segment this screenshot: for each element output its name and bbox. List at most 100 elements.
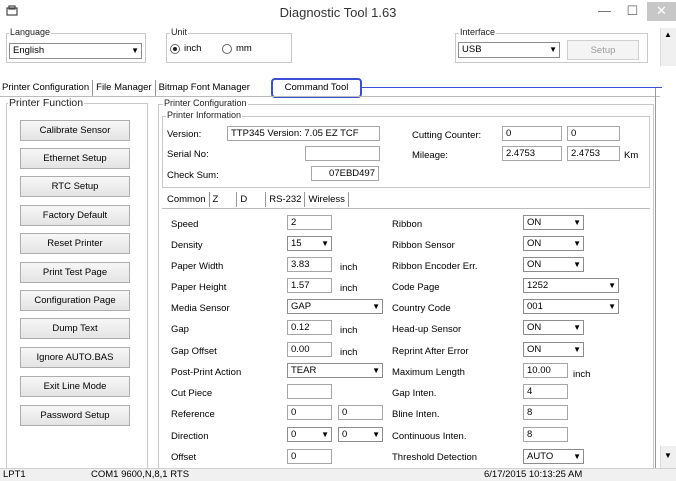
threshold-detection-select[interactable]: AUTO ▼	[523, 449, 584, 464]
maximize-button[interactable]: ☐	[619, 2, 646, 21]
paper-height-unit: inch	[340, 283, 358, 294]
post-print-action-value: TEAR	[291, 365, 317, 376]
headup-sensor-select[interactable]: ON ▼	[523, 320, 584, 335]
code-page-label: Code Page	[392, 282, 440, 293]
country-code-select[interactable]: 001 ▼	[523, 299, 619, 314]
ribbon-sensor-select[interactable]: ON ▼	[523, 236, 584, 251]
direction-select-2[interactable]: 0 ▼	[338, 427, 383, 442]
chevron-down-icon: ▼	[372, 366, 380, 375]
tab-file-manager[interactable]: File Manager	[93, 80, 156, 96]
reprint-value: ON	[527, 344, 542, 355]
mileage-field-1[interactable]: 2.4753	[502, 146, 562, 161]
reference-y-field[interactable]: 0	[338, 405, 383, 420]
continuous-inten-field[interactable]: 8	[523, 427, 568, 442]
cutting-counter-label: Cutting Counter:	[412, 130, 482, 141]
speed-label: Speed	[171, 219, 199, 230]
setup-button[interactable]: Setup	[567, 40, 639, 60]
headup-sensor-label: Head-up Sensor	[392, 324, 462, 335]
gap-inten-field[interactable]: 4	[523, 384, 568, 399]
subtab-rs232[interactable]: RS-232	[266, 192, 306, 207]
gap-offset-label: Gap Offset	[171, 346, 217, 357]
serial-field[interactable]	[305, 146, 380, 161]
factory-default-button[interactable]: Factory Default	[20, 205, 130, 226]
ribbon-encoder-select[interactable]: ON ▼	[523, 257, 584, 272]
version-label: Version:	[167, 129, 202, 140]
country-code-value: 001	[527, 301, 543, 312]
language-select[interactable]: English ▼	[9, 43, 142, 59]
offset-label: Offset	[171, 452, 197, 463]
ribbon-select[interactable]: ON ▼	[523, 215, 584, 230]
tab-bitmap-font-manager[interactable]: Bitmap Font Manager	[156, 80, 253, 96]
minimize-button[interactable]: —	[591, 2, 618, 21]
configuration-page-button[interactable]: Configuration Page	[20, 290, 130, 311]
rtc-setup-button[interactable]: RTC Setup	[20, 176, 130, 197]
window-title: Diagnostic Tool 1.63	[279, 5, 397, 20]
code-page-value: 1252	[527, 280, 549, 291]
direction-select-1[interactable]: 0 ▼	[287, 427, 332, 442]
gap-offset-unit: inch	[340, 347, 358, 358]
media-sensor-select[interactable]: GAP ▼	[287, 299, 383, 314]
version-field[interactable]: TTP345 Version: 7.05 EZ TCF	[227, 126, 380, 141]
unit-mm-radio[interactable]	[222, 44, 232, 54]
gap-field[interactable]: 0.12	[287, 320, 332, 335]
offset-field[interactable]: 0	[287, 449, 332, 464]
gap-offset-field[interactable]: 0.00	[287, 342, 332, 357]
cutting-counter-field-2[interactable]: 0	[567, 126, 620, 141]
reset-printer-button[interactable]: Reset Printer	[20, 233, 130, 254]
density-select[interactable]: 15 ▼	[287, 236, 332, 251]
checksum-label: Check Sum:	[167, 170, 219, 181]
status-datetime: 6/17/2015 10:13:25 AM	[484, 469, 583, 480]
tab-divider	[0, 96, 660, 97]
subtab-common[interactable]: Common	[164, 192, 210, 207]
tab-printer-configuration[interactable]: Printer Configuration	[0, 80, 94, 96]
bottom-scrollbar[interactable]: ▼	[660, 446, 676, 468]
post-print-action-select[interactable]: TEAR ▼	[287, 363, 383, 378]
paper-height-field[interactable]: 1.57	[287, 278, 332, 293]
serial-label: Serial No:	[167, 149, 209, 160]
paper-width-field[interactable]: 3.83	[287, 257, 332, 272]
subtab-wireless[interactable]: Wireless	[305, 192, 349, 207]
density-value: 15	[291, 238, 302, 249]
media-sensor-label: Media Sensor	[171, 303, 230, 314]
unit-inch-radio[interactable]	[170, 44, 180, 54]
code-page-select[interactable]: 1252 ▼	[523, 278, 619, 293]
speed-field[interactable]: 2	[287, 215, 332, 230]
direction-value-1: 0	[291, 429, 297, 440]
bline-inten-field[interactable]: 8	[523, 405, 568, 420]
subtab-d[interactable]: D	[237, 192, 267, 207]
password-setup-button[interactable]: Password Setup	[20, 405, 130, 426]
ignore-autobas-button[interactable]: Ignore AUTO.BAS	[20, 347, 130, 368]
checksum-field[interactable]: 07EBD497	[311, 166, 379, 181]
tab-command-tool[interactable]: Command Tool	[271, 78, 362, 98]
max-length-label: Maximum Length	[392, 367, 465, 378]
subtab-z[interactable]: Z	[210, 192, 238, 207]
threshold-detection-value: AUTO	[527, 451, 554, 462]
dump-text-button[interactable]: Dump Text	[20, 318, 130, 339]
cut-piece-field[interactable]	[287, 384, 332, 399]
reprint-select[interactable]: ON ▼	[523, 342, 584, 357]
ethernet-setup-button[interactable]: Ethernet Setup	[20, 148, 130, 169]
close-button[interactable]: ✕	[647, 2, 676, 21]
interface-legend: Interface	[459, 27, 497, 37]
ribbon-value: ON	[527, 217, 542, 228]
gap-inten-label: Gap Inten.	[392, 388, 437, 399]
paper-width-label: Paper Width	[171, 261, 224, 272]
ribbon-encoder-value: ON	[527, 259, 542, 270]
top-scrollbar[interactable]: ▲	[660, 28, 676, 66]
title-bar: Diagnostic Tool 1.63 — ☐ ✕	[0, 0, 676, 24]
paper-width-unit: inch	[340, 262, 358, 273]
exit-line-mode-button[interactable]: Exit Line Mode	[20, 376, 130, 397]
ribbon-sensor-value: ON	[527, 238, 542, 249]
direction-label: Direction	[171, 431, 209, 442]
max-length-unit: inch	[573, 369, 591, 380]
cutting-counter-field-1[interactable]: 0	[502, 126, 562, 141]
cut-piece-label: Cut Piece	[171, 388, 213, 399]
mileage-field-2[interactable]: 2.4753	[567, 146, 620, 161]
threshold-detection-label: Threshold Detection	[392, 452, 478, 463]
interface-select[interactable]: USB ▼	[458, 42, 560, 58]
reference-x-field[interactable]: 0	[287, 405, 332, 420]
max-length-field[interactable]: 10.00	[523, 363, 568, 378]
gap-label: Gap	[171, 324, 189, 335]
print-test-page-button[interactable]: Print Test Page	[20, 262, 130, 283]
calibrate-sensor-button[interactable]: Calibrate Sensor	[20, 120, 130, 141]
